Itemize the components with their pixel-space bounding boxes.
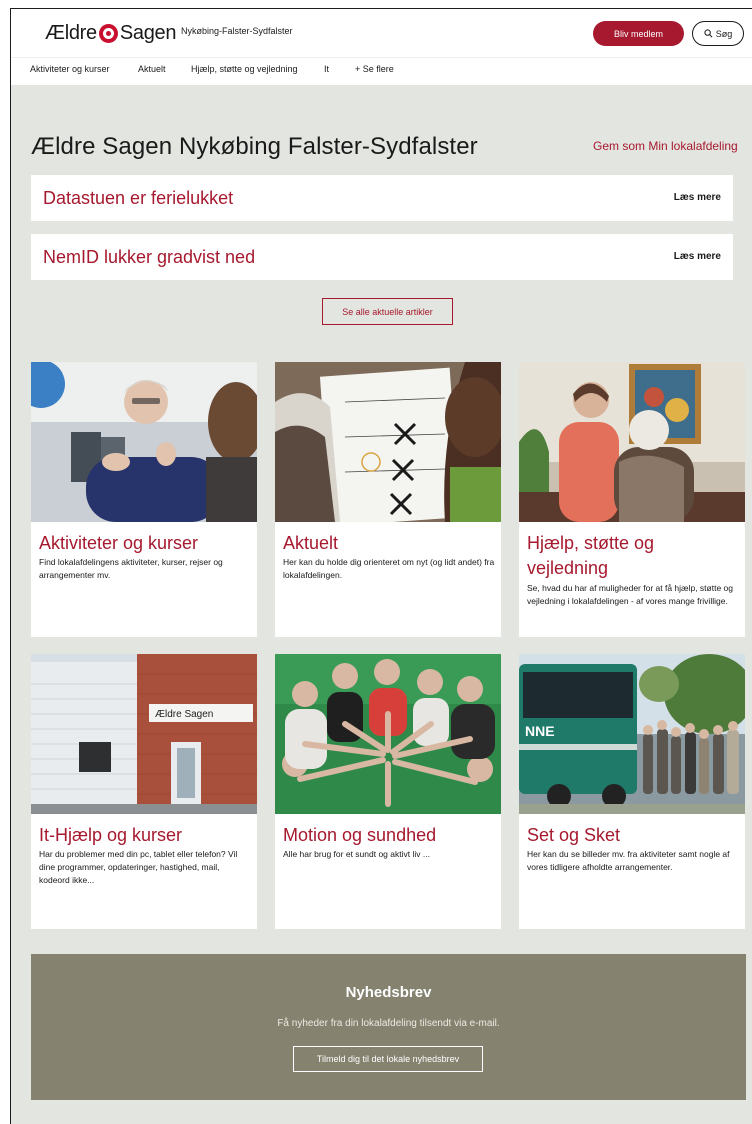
bus-sign-text: NNE — [525, 723, 555, 739]
card-title[interactable]: Motion og sundhed — [283, 823, 493, 848]
article-title[interactable]: Datastuen er ferielukket — [43, 188, 233, 209]
page-frame: Ældre Sagen Nykøbing-Falster-Sydfalster … — [10, 8, 752, 1124]
search-icon — [704, 29, 713, 38]
article-title[interactable]: NemID lukker gradvist ned — [43, 247, 255, 268]
newsletter-title: Nyhedsbrev — [345, 984, 432, 1001]
branch-name[interactable]: Nykøbing-Falster-Sydfalster — [181, 26, 293, 36]
card-description: Her kan du se billeder mv. fra aktivitet… — [527, 849, 730, 872]
save-local-branch-link[interactable]: Gem som Min lokalafdeling — [593, 139, 738, 153]
activities-photo — [31, 362, 257, 522]
nav-item-see-more[interactable]: + Se flere — [355, 64, 394, 74]
card-title[interactable]: Hjælp, støtte og vejledning — [527, 531, 737, 581]
card-hjaelp[interactable]: Hjælp, støtte og vejledning Se, hvad du … — [519, 362, 745, 637]
newsletter-signup-button[interactable]: Tilmeld dig til det lokale nyhedsbrev — [293, 1046, 483, 1072]
nav-item-hjaelp[interactable]: Hjælp, støtte og vejledning — [191, 64, 298, 74]
card-title[interactable]: It-Hjælp og kurser — [39, 823, 249, 848]
card-title[interactable]: Set og Sket — [527, 823, 737, 848]
nav-item-aktuelt[interactable]: Aktuelt — [138, 64, 166, 74]
top-bar: Ældre Sagen Nykøbing-Falster-Sydfalster … — [11, 9, 752, 57]
building-sign-text: Ældre Sagen — [155, 709, 213, 720]
see-all-articles-button[interactable]: Se alle aktuelle artikler — [322, 298, 453, 325]
search-label: Søg — [715, 28, 733, 39]
card-it-hjaelp[interactable]: Ældre Sagen It-Hjælp og kurser Har du pr… — [31, 654, 257, 929]
news-photo — [275, 362, 501, 522]
trip-bus-photo: NNE — [519, 654, 745, 814]
nav-item-it[interactable]: It — [324, 64, 329, 74]
newsletter-section: Nyhedsbrev Få nyheder fra din lokalafdel… — [31, 954, 746, 1100]
card-aktuelt[interactable]: Aktuelt Her kan du holde dig orienteret … — [275, 362, 501, 637]
exercise-photo — [275, 654, 501, 814]
card-motion[interactable]: Motion og sundhed Alle har brug for et s… — [275, 654, 501, 929]
read-more-link[interactable]: Læs mere — [674, 251, 721, 262]
logo-text-left: Ældre — [45, 21, 97, 44]
aeldre-sagen-logo[interactable]: Ældre Sagen — [45, 20, 177, 46]
card-title[interactable]: Aktiviteter og kurser — [39, 531, 249, 556]
help-photo — [519, 362, 745, 522]
card-title[interactable]: Aktuelt — [283, 531, 493, 556]
logo-mark-icon — [98, 23, 118, 43]
join-button[interactable]: Bliv medlem — [593, 21, 684, 46]
card-set-og-sket[interactable]: NNE Set og Sket Her kan du se billeder m… — [519, 654, 745, 929]
read-more-link[interactable]: Læs mere — [674, 192, 721, 203]
card-description: Alle har brug for et sundt og aktivt liv… — [283, 849, 430, 859]
card-description: Her kan du holde dig orienteret om nyt (… — [283, 557, 495, 580]
card-description: Se, hvad du har af muligheder for at få … — [527, 583, 734, 606]
page-title: Ældre Sagen Nykøbing Falster-Sydfalster — [31, 133, 478, 160]
article-row[interactable]: NemID lukker gradvist ned Læs mere — [31, 234, 733, 280]
nav-item-aktiviteter[interactable]: Aktiviteter og kurser — [30, 64, 110, 74]
logo-text-right: Sagen — [119, 21, 177, 44]
main-nav: Aktiviteter og kurser Aktuelt Hjælp, stø… — [11, 57, 752, 85]
card-aktiviteter[interactable]: Aktiviteter og kurser Find lokalafdeling… — [31, 362, 257, 637]
article-row[interactable]: Datastuen er ferielukket Læs mere — [31, 175, 733, 221]
newsletter-text: Få nyheder fra din lokalafdeling tilsend… — [277, 1018, 500, 1029]
card-description: Find lokalafdelingens aktiviteter, kurse… — [39, 557, 223, 580]
card-description: Har du problemer med din pc, tablet elle… — [39, 849, 238, 885]
search-button[interactable]: Søg — [692, 21, 744, 46]
it-building-photo: Ældre Sagen — [31, 654, 257, 814]
